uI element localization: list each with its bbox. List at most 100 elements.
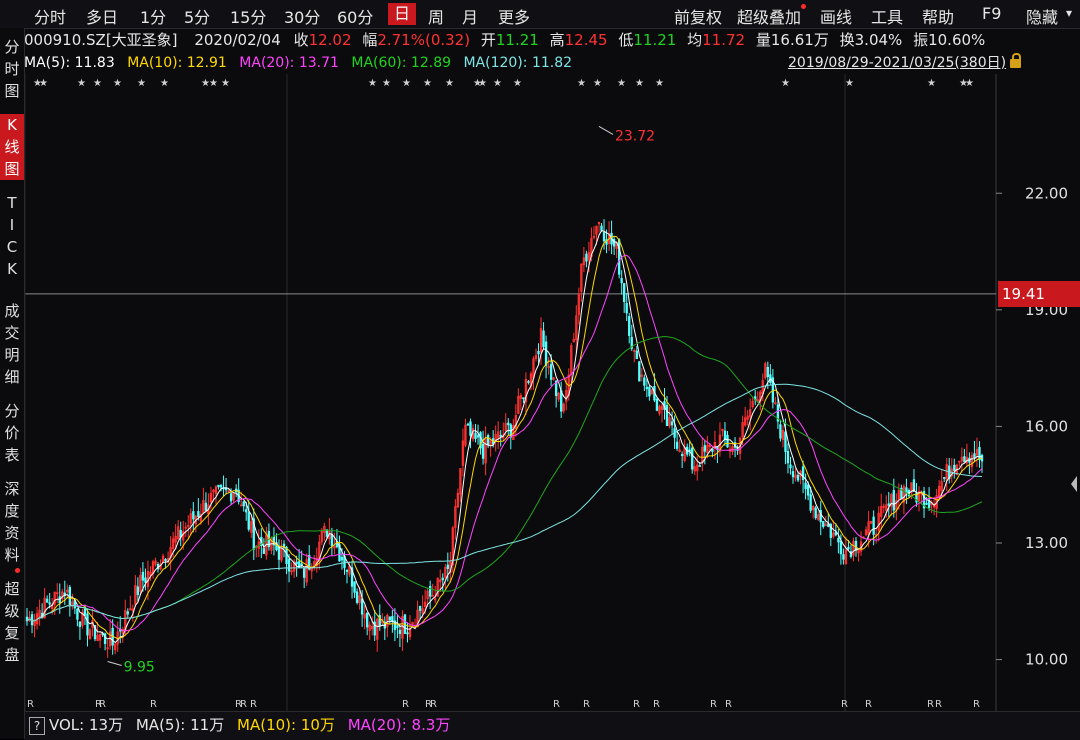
menu-right-1[interactable]: 前复权 xyxy=(674,4,722,28)
candle-body xyxy=(418,605,422,611)
candle-body xyxy=(330,533,334,547)
candle-body xyxy=(804,482,807,490)
r-marker: R xyxy=(927,699,934,710)
r-marker: R xyxy=(99,699,106,710)
open-label: 开 xyxy=(480,31,496,49)
help-icon[interactable]: ? xyxy=(29,716,45,735)
candle-body xyxy=(197,511,200,518)
candle-body xyxy=(446,564,449,570)
ma120-legend[interactable]: MA(120): 11.82 xyxy=(463,55,572,71)
candle-body xyxy=(204,502,208,511)
ma-legend-bar: MA(5): 11.83 MA(10): 12.91 MA(20): 13.71… xyxy=(24,52,1080,74)
r-marker: R xyxy=(633,699,640,710)
ma5-legend[interactable]: MA(5): 11.83 xyxy=(24,55,115,71)
side-tab-6[interactable]: 深度资料 xyxy=(0,478,24,566)
kline-svg[interactable]: 22.0019.0016.0013.0010.0023.729.95R RR R RR… xyxy=(25,74,1080,711)
candle-body xyxy=(388,616,392,621)
star-marker-icon: ★ xyxy=(93,78,102,89)
candle-body xyxy=(549,364,553,380)
candle-body xyxy=(887,503,890,506)
candle-body xyxy=(537,350,540,355)
candle-body xyxy=(943,477,946,479)
star-marker-icon: ★ xyxy=(513,78,522,89)
candle-body xyxy=(847,546,850,550)
date-range[interactable]: 2019/08/29-2021/03/25(380日) xyxy=(788,52,1022,74)
close-label: 收 xyxy=(293,31,309,49)
candle-body xyxy=(585,253,588,262)
candle-body xyxy=(48,602,51,605)
r-marker: R xyxy=(27,699,34,710)
menu-right-5[interactable]: 帮助 xyxy=(922,4,954,28)
max-price-label: 23.72 xyxy=(615,128,655,144)
menu-right-2[interactable]: 超级叠加 xyxy=(737,4,801,28)
side-tab-3[interactable]: TICK xyxy=(0,192,24,280)
chevron-down-icon[interactable]: ▾ xyxy=(1066,6,1072,20)
ytick-label: 22.00 xyxy=(1025,184,1068,202)
candle-body xyxy=(78,621,82,627)
menu-4[interactable]: 5分 xyxy=(184,4,210,28)
high-value: 12.45 xyxy=(564,31,608,49)
kline-chart[interactable]: 22.00 19.00 16.00 13.00 10.00 23.72 9.95 R R R R R R… xyxy=(25,74,1080,711)
candle-body xyxy=(648,386,651,397)
menu-9[interactable]: 周 xyxy=(428,4,444,28)
candle-body xyxy=(680,454,684,457)
ma20-legend[interactable]: MA(20): 13.71 xyxy=(239,55,339,71)
menu-10[interactable]: 月 xyxy=(462,4,478,28)
menu-8[interactable]: 日 xyxy=(388,3,417,25)
menu-7[interactable]: 60分 xyxy=(337,4,373,28)
ma10-legend[interactable]: MA(10): 12.91 xyxy=(127,55,227,71)
ytick-label: 10.00 xyxy=(1025,651,1068,669)
candle-body xyxy=(925,502,928,505)
star-marker-icon: ★ xyxy=(493,78,502,89)
menu-right-3[interactable]: 画线 xyxy=(820,4,852,28)
r-marker: R xyxy=(402,699,409,710)
menu-1[interactable]: 分时 xyxy=(34,4,66,28)
quote-date: 2020/02/04 xyxy=(194,31,281,49)
menu-right-7[interactable]: 隐藏 xyxy=(1026,4,1058,28)
r-marker: R xyxy=(240,699,247,710)
r-marker: R xyxy=(250,699,257,710)
side-tab-1[interactable]: 分时图 xyxy=(0,36,24,102)
vol-ma5: MA(5): 11万 xyxy=(135,716,225,734)
candle-body xyxy=(806,484,810,496)
ma20-line xyxy=(26,254,983,632)
star-marker-icon: ★ xyxy=(781,78,790,89)
side-tab-5[interactable]: 分价表 xyxy=(0,400,24,466)
side-tab-2[interactable]: K线图 xyxy=(0,114,24,180)
max-pointer xyxy=(598,125,614,135)
candle-body xyxy=(822,520,825,528)
menu-6[interactable]: 30分 xyxy=(284,4,320,28)
menu-right-6[interactable]: F9 xyxy=(982,4,1001,23)
candle-body xyxy=(814,507,817,519)
candle-body xyxy=(398,629,402,635)
candle-body xyxy=(302,568,306,578)
side-tab-4[interactable]: 成交明细 xyxy=(0,300,24,388)
stock-code: 000910.SZ[大亚圣象] xyxy=(24,31,178,49)
candle-body xyxy=(779,424,782,439)
ma60-legend[interactable]: MA(60): 12.89 xyxy=(351,55,451,71)
candle-body xyxy=(643,377,646,386)
candle-body xyxy=(466,423,470,426)
candle-body xyxy=(287,559,291,572)
candle-body xyxy=(623,283,626,302)
collapse-arrow-icon[interactable] xyxy=(1071,476,1077,492)
r-marker: R xyxy=(150,699,157,710)
min-price-label: 9.95 xyxy=(124,660,155,676)
candle-body xyxy=(441,577,444,581)
r-marker: R xyxy=(865,699,872,710)
menu-right-4[interactable]: 工具 xyxy=(871,4,903,28)
r-marker: R xyxy=(725,699,732,710)
star-marker-icon: ★ xyxy=(221,78,230,89)
candle-body xyxy=(839,540,843,555)
menu-2[interactable]: 多日 xyxy=(86,4,118,28)
candle-body xyxy=(86,613,89,636)
menu-3[interactable]: 1分 xyxy=(140,4,166,28)
menu-11[interactable]: 更多 xyxy=(498,4,530,28)
menu-5[interactable]: 15分 xyxy=(230,4,266,28)
lock-icon[interactable] xyxy=(1010,52,1022,68)
ytick-label: 16.00 xyxy=(1025,417,1068,435)
side-tab-7[interactable]: 超级复盘 xyxy=(0,578,24,666)
candle-body xyxy=(726,434,729,448)
candle-body xyxy=(295,561,298,565)
candle-body xyxy=(245,509,248,513)
